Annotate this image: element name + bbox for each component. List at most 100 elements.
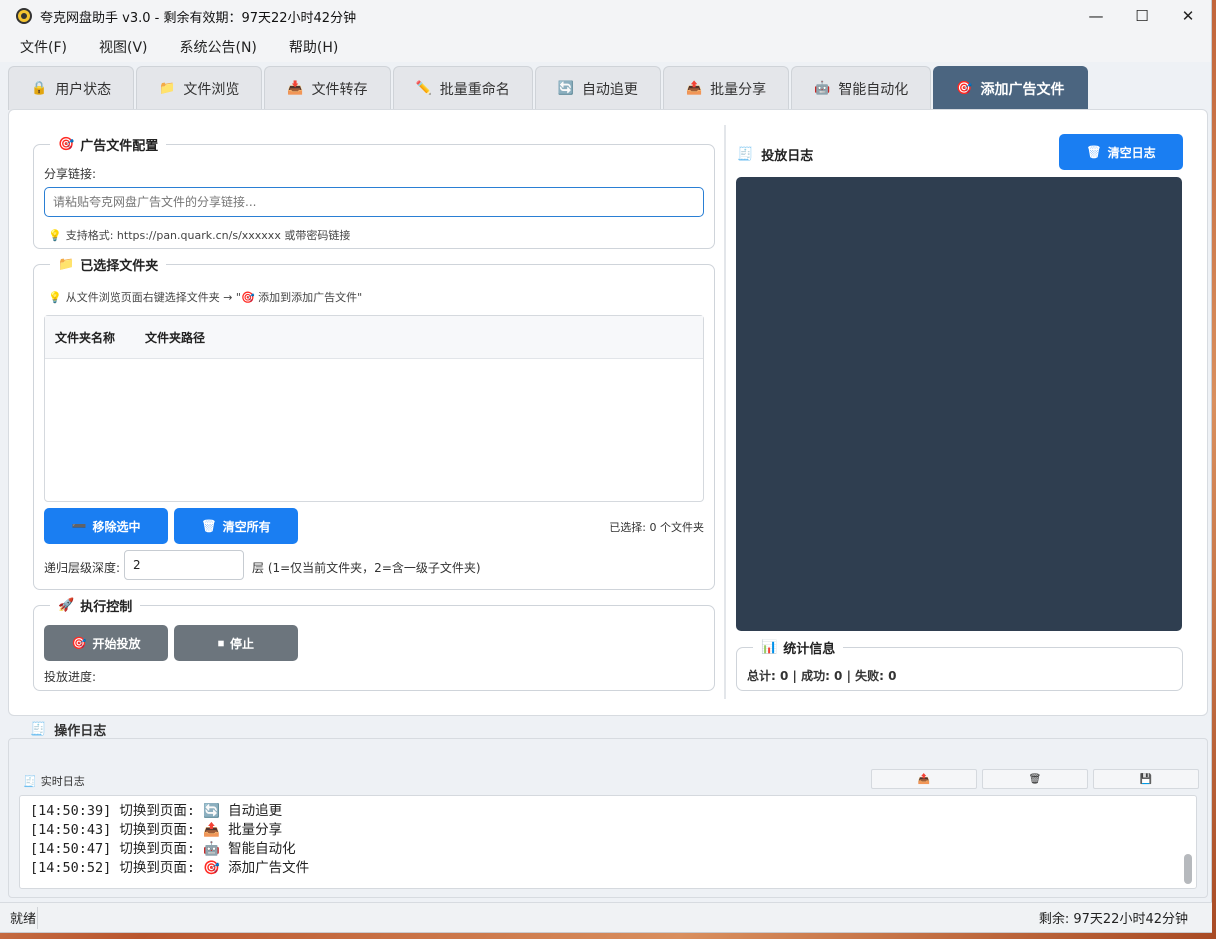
status-bar: 就绪 剩余: 97天22小时42分钟 bbox=[0, 902, 1212, 932]
share-link-input[interactable] bbox=[44, 187, 704, 217]
remove-selected-button[interactable]: ➖ 移除选中 bbox=[44, 508, 168, 544]
window-title: 夸克网盘助手 v3.0 - 剩余有效期：97天22小时42分钟 bbox=[40, 10, 357, 26]
minus-icon: ➖ bbox=[71, 519, 87, 533]
progress-label: 投放进度: bbox=[44, 670, 97, 684]
minimize-button[interactable]: — bbox=[1073, 0, 1119, 32]
menu-help[interactable]: 帮助(H) bbox=[279, 37, 348, 57]
tab-label: 批量分享 bbox=[710, 81, 767, 98]
stop-icon: ⏹ bbox=[217, 635, 224, 650]
clear-oplog-button[interactable]: 🗑 bbox=[982, 769, 1088, 789]
ad-config-title: 🎯 广告文件配置 bbox=[50, 135, 167, 154]
status-ready: 就绪 bbox=[0, 906, 38, 929]
tab-file-transfer[interactable]: 📥 文件转存 bbox=[264, 66, 391, 110]
log-line: [14:50:39] 切换到页面: 🔄 自动追更 bbox=[30, 803, 283, 819]
lightbulb-icon: 💡 bbox=[48, 228, 62, 242]
realtime-log-label: 🧾 实时日志 bbox=[23, 774, 85, 789]
folders-table[interactable]: 文件夹名称 文件夹路径 bbox=[44, 315, 704, 502]
oplog-panel: 🧾 实时日志 📤 🗑 💾 [14:50:39] 切换到页面: 🔄 自动追更 [1… bbox=[8, 738, 1208, 898]
depth-input[interactable] bbox=[124, 550, 244, 580]
lightbulb-icon: 💡 bbox=[48, 290, 62, 304]
window-controls: — ☐ ✕ bbox=[1073, 0, 1211, 32]
tab-label: 自动追更 bbox=[581, 81, 638, 98]
selected-folders-group: 📁 已选择文件夹 💡 从文件浏览页面右键选择文件夹 → "🎯 添加到添加广告文件… bbox=[33, 255, 715, 590]
trash-icon: 🗑 bbox=[1028, 773, 1042, 785]
menu-view[interactable]: 视图(V) bbox=[89, 37, 158, 57]
save-log-button[interactable]: 💾 bbox=[1093, 769, 1199, 789]
tab-batch-share[interactable]: 📤 批量分享 bbox=[662, 66, 790, 110]
trash-icon: 🗑 bbox=[201, 519, 217, 533]
app-logo-icon bbox=[16, 8, 32, 24]
tab-smart-automation[interactable]: 🤖 智能自动化 bbox=[791, 66, 932, 110]
refresh-icon: 🔄 bbox=[203, 803, 221, 819]
tab-file-browse[interactable]: 📁 文件浏览 bbox=[136, 66, 263, 110]
app-window: 夸克网盘助手 v3.0 - 剩余有效期：97天22小时42分钟 — ☐ ✕ 文件… bbox=[0, 0, 1212, 933]
tab-auto-follow[interactable]: 🔄 自动追更 bbox=[534, 66, 661, 110]
stats-title: 📊 统计信息 bbox=[753, 638, 844, 657]
tab-label: 批量重命名 bbox=[439, 81, 510, 98]
folders-hint: 💡 从文件浏览页面右键选择文件夹 → "🎯 添加到添加广告文件" bbox=[48, 290, 363, 305]
maximize-button[interactable]: ☐ bbox=[1119, 0, 1165, 32]
outbox-icon: 📤 bbox=[203, 822, 221, 838]
log-scrollbar[interactable] bbox=[1184, 800, 1192, 884]
tab-label: 文件浏览 bbox=[183, 81, 240, 98]
inbox-icon: 📥 bbox=[287, 81, 304, 96]
menu-file[interactable]: 文件(F) bbox=[10, 37, 77, 57]
close-button[interactable]: ✕ bbox=[1165, 0, 1211, 32]
status-remaining: 剩余: 97天22小时42分钟 bbox=[1038, 912, 1188, 927]
menu-announcement[interactable]: 系统公告(N) bbox=[170, 37, 267, 57]
exec-control-group: 🚀 执行控制 🎯 开始投放 ⏹ 停止 投放进度: bbox=[33, 596, 715, 691]
tab-user-status[interactable]: 🔒 用户状态 bbox=[8, 66, 135, 110]
col-folder-name[interactable]: 文件夹名称 bbox=[45, 329, 145, 346]
log-line: [14:50:52] 切换到页面: 🎯 添加广告文件 bbox=[30, 860, 310, 876]
stats-text: 总计: 0 | 成功: 0 | 失败: 0 bbox=[747, 669, 897, 683]
realtime-log-box[interactable]: [14:50:39] 切换到页面: 🔄 自动追更 [14:50:43] 切换到页… bbox=[19, 795, 1197, 889]
stats-group: 📊 统计信息 总计: 0 | 成功: 0 | 失败: 0 bbox=[736, 638, 1183, 691]
selected-folders-title: 📁 已选择文件夹 bbox=[50, 255, 167, 274]
stop-button[interactable]: ⏹ 停止 bbox=[174, 625, 298, 661]
tab-bar: 🔒 用户状态 📁 文件浏览 📥 文件转存 ✏️ 批量重命名 🔄 自动追更 📤 批… bbox=[8, 66, 1090, 110]
robot-icon: 🤖 bbox=[814, 81, 831, 96]
outbox-icon: 📤 bbox=[685, 81, 703, 96]
receipt-icon: 🧾 bbox=[30, 722, 47, 737]
trash-icon: 🗑 bbox=[1086, 145, 1102, 159]
selected-count: 已选择: 0 个文件夹 bbox=[609, 521, 704, 534]
depth-hint: 层 (1=仅当前文件夹，2=含一级子文件夹) bbox=[252, 561, 481, 575]
target-icon: 🎯 bbox=[58, 137, 75, 152]
oplog-header: 🧾 操作日志 bbox=[30, 722, 107, 739]
main-panel: 🎯 广告文件配置 分享链接: 💡 支持格式: https://pan.quark… bbox=[8, 109, 1208, 716]
tab-label: 文件转存 bbox=[311, 81, 368, 98]
deploy-log-area[interactable] bbox=[736, 177, 1182, 631]
menu-bar: 文件(F) 视图(V) 系统公告(N) 帮助(H) bbox=[0, 32, 1211, 62]
start-deploy-button[interactable]: 🎯 开始投放 bbox=[44, 625, 168, 661]
table-header: 文件夹名称 文件夹路径 bbox=[45, 316, 703, 359]
title-bar: 夸克网盘助手 v3.0 - 剩余有效期：97天22小时42分钟 — ☐ ✕ bbox=[0, 0, 1211, 32]
lock-icon: 🔒 bbox=[31, 81, 48, 96]
panel-divider[interactable] bbox=[724, 125, 726, 699]
export-log-button[interactable]: 📤 bbox=[871, 769, 977, 789]
target-icon: 🎯 bbox=[956, 81, 973, 96]
receipt-icon: 🧾 bbox=[737, 147, 754, 162]
col-folder-path[interactable]: 文件夹路径 bbox=[145, 329, 205, 346]
save-icon: 💾 bbox=[1139, 773, 1153, 785]
rocket-icon: 🚀 bbox=[58, 598, 75, 613]
refresh-icon: 🔄 bbox=[557, 81, 574, 96]
log-line: [14:50:43] 切换到页面: 📤 批量分享 bbox=[30, 822, 283, 838]
clear-log-button[interactable]: 🗑 清空日志 bbox=[1059, 134, 1183, 170]
export-icon: 📤 bbox=[917, 773, 931, 785]
tab-label: 智能自动化 bbox=[838, 81, 909, 98]
tab-add-ad-files[interactable]: 🎯 添加广告文件 bbox=[933, 66, 1088, 110]
scroll-thumb[interactable] bbox=[1184, 854, 1192, 884]
target-icon: 🎯 bbox=[71, 636, 87, 650]
pencil-icon: ✏️ bbox=[415, 81, 432, 96]
log-line: [14:50:47] 切换到页面: 🤖 智能自动化 bbox=[30, 841, 296, 857]
robot-icon: 🤖 bbox=[203, 841, 221, 857]
tab-label: 添加广告文件 bbox=[980, 81, 1065, 98]
exec-control-title: 🚀 执行控制 bbox=[50, 596, 141, 615]
depth-label: 递归层级深度: bbox=[44, 561, 121, 575]
clear-all-button[interactable]: 🗑 清空所有 bbox=[174, 508, 298, 544]
target-icon: 🎯 bbox=[203, 860, 221, 876]
share-link-label: 分享链接: bbox=[44, 167, 97, 181]
tab-label: 用户状态 bbox=[55, 81, 112, 98]
tab-batch-rename[interactable]: ✏️ 批量重命名 bbox=[392, 66, 533, 110]
bar-chart-icon: 📊 bbox=[761, 640, 778, 655]
